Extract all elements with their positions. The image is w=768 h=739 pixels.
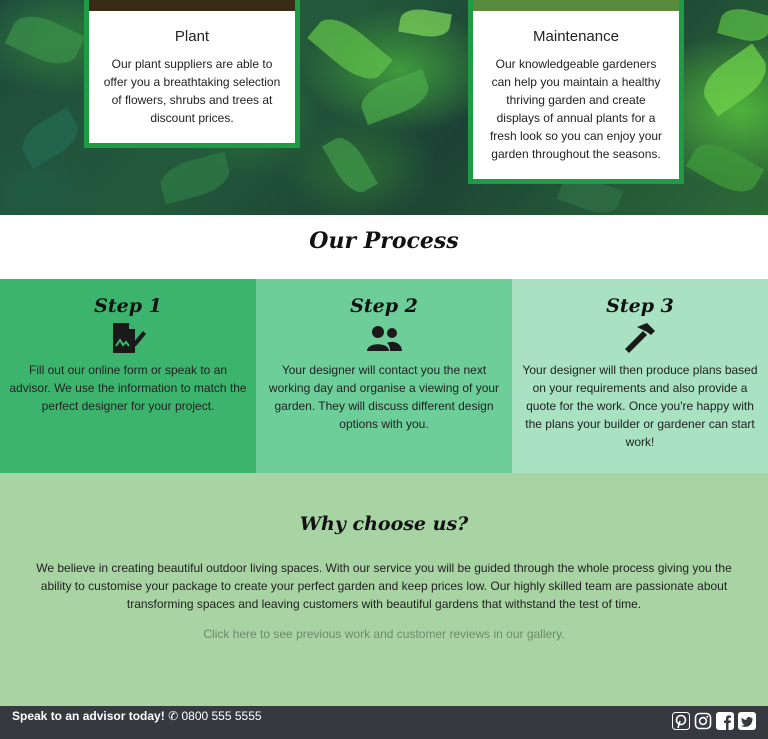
step-text: Your designer will contact you the next … xyxy=(268,363,500,431)
card-title: Plant xyxy=(174,28,210,45)
users-icon xyxy=(365,321,403,355)
cta-text: Speak to an advisor today! xyxy=(12,709,165,723)
social-links xyxy=(672,712,756,730)
form-signature-icon xyxy=(109,321,147,355)
process-steps: Step 1 Fill out our online form or speak… xyxy=(0,279,768,473)
phone-icon: ✆ xyxy=(168,709,179,723)
card-image-strip xyxy=(89,0,295,11)
twitter-icon[interactable] xyxy=(738,712,756,730)
hammer-icon xyxy=(621,321,659,355)
footer-cta: Speak to an advisor today! ✆ 0800 555 55… xyxy=(12,709,262,723)
step-text: Your designer will then produce plans ba… xyxy=(522,363,758,449)
card-body: Our plant suppliers are able to offer yo… xyxy=(103,57,281,125)
gallery-link[interactable]: Click here to see previous work and cust… xyxy=(203,627,564,641)
process-heading: Our Process xyxy=(309,228,459,254)
step-title: Step 2 xyxy=(350,295,418,317)
service-card-plant: Plant Our plant suppliers are able to of… xyxy=(84,0,300,148)
step-text: Fill out our online form or speak to an … xyxy=(9,363,247,413)
step-2: Step 2 Your designer will contact you th… xyxy=(256,279,512,473)
why-body: We believe in creating beautiful outdoor… xyxy=(36,561,732,611)
instagram-icon[interactable] xyxy=(694,712,712,730)
phone-number[interactable]: 0800 555 5555 xyxy=(181,709,261,723)
card-body: Our knowledgeable gardeners can help you… xyxy=(489,57,663,161)
facebook-icon[interactable] xyxy=(716,712,734,730)
footer: Speak to an advisor today! ✆ 0800 555 55… xyxy=(0,706,768,739)
step-1: Step 1 Fill out our online form or speak… xyxy=(0,279,256,473)
hero-leaf-background: Plant Our plant suppliers are able to of… xyxy=(0,0,768,215)
step-3: Step 3 Your designer will then produce p… xyxy=(512,279,768,473)
why-heading: Why choose us? xyxy=(299,513,469,535)
card-title: Maintenance xyxy=(533,28,619,45)
pinterest-icon[interactable] xyxy=(672,712,690,730)
step-title: Step 1 xyxy=(94,295,162,317)
card-image-strip xyxy=(473,0,679,11)
why-section: Why choose us? We believe in creating be… xyxy=(0,473,768,706)
step-title: Step 3 xyxy=(606,295,674,317)
service-card-maintenance: Maintenance Our knowledgeable gardeners … xyxy=(468,0,684,184)
